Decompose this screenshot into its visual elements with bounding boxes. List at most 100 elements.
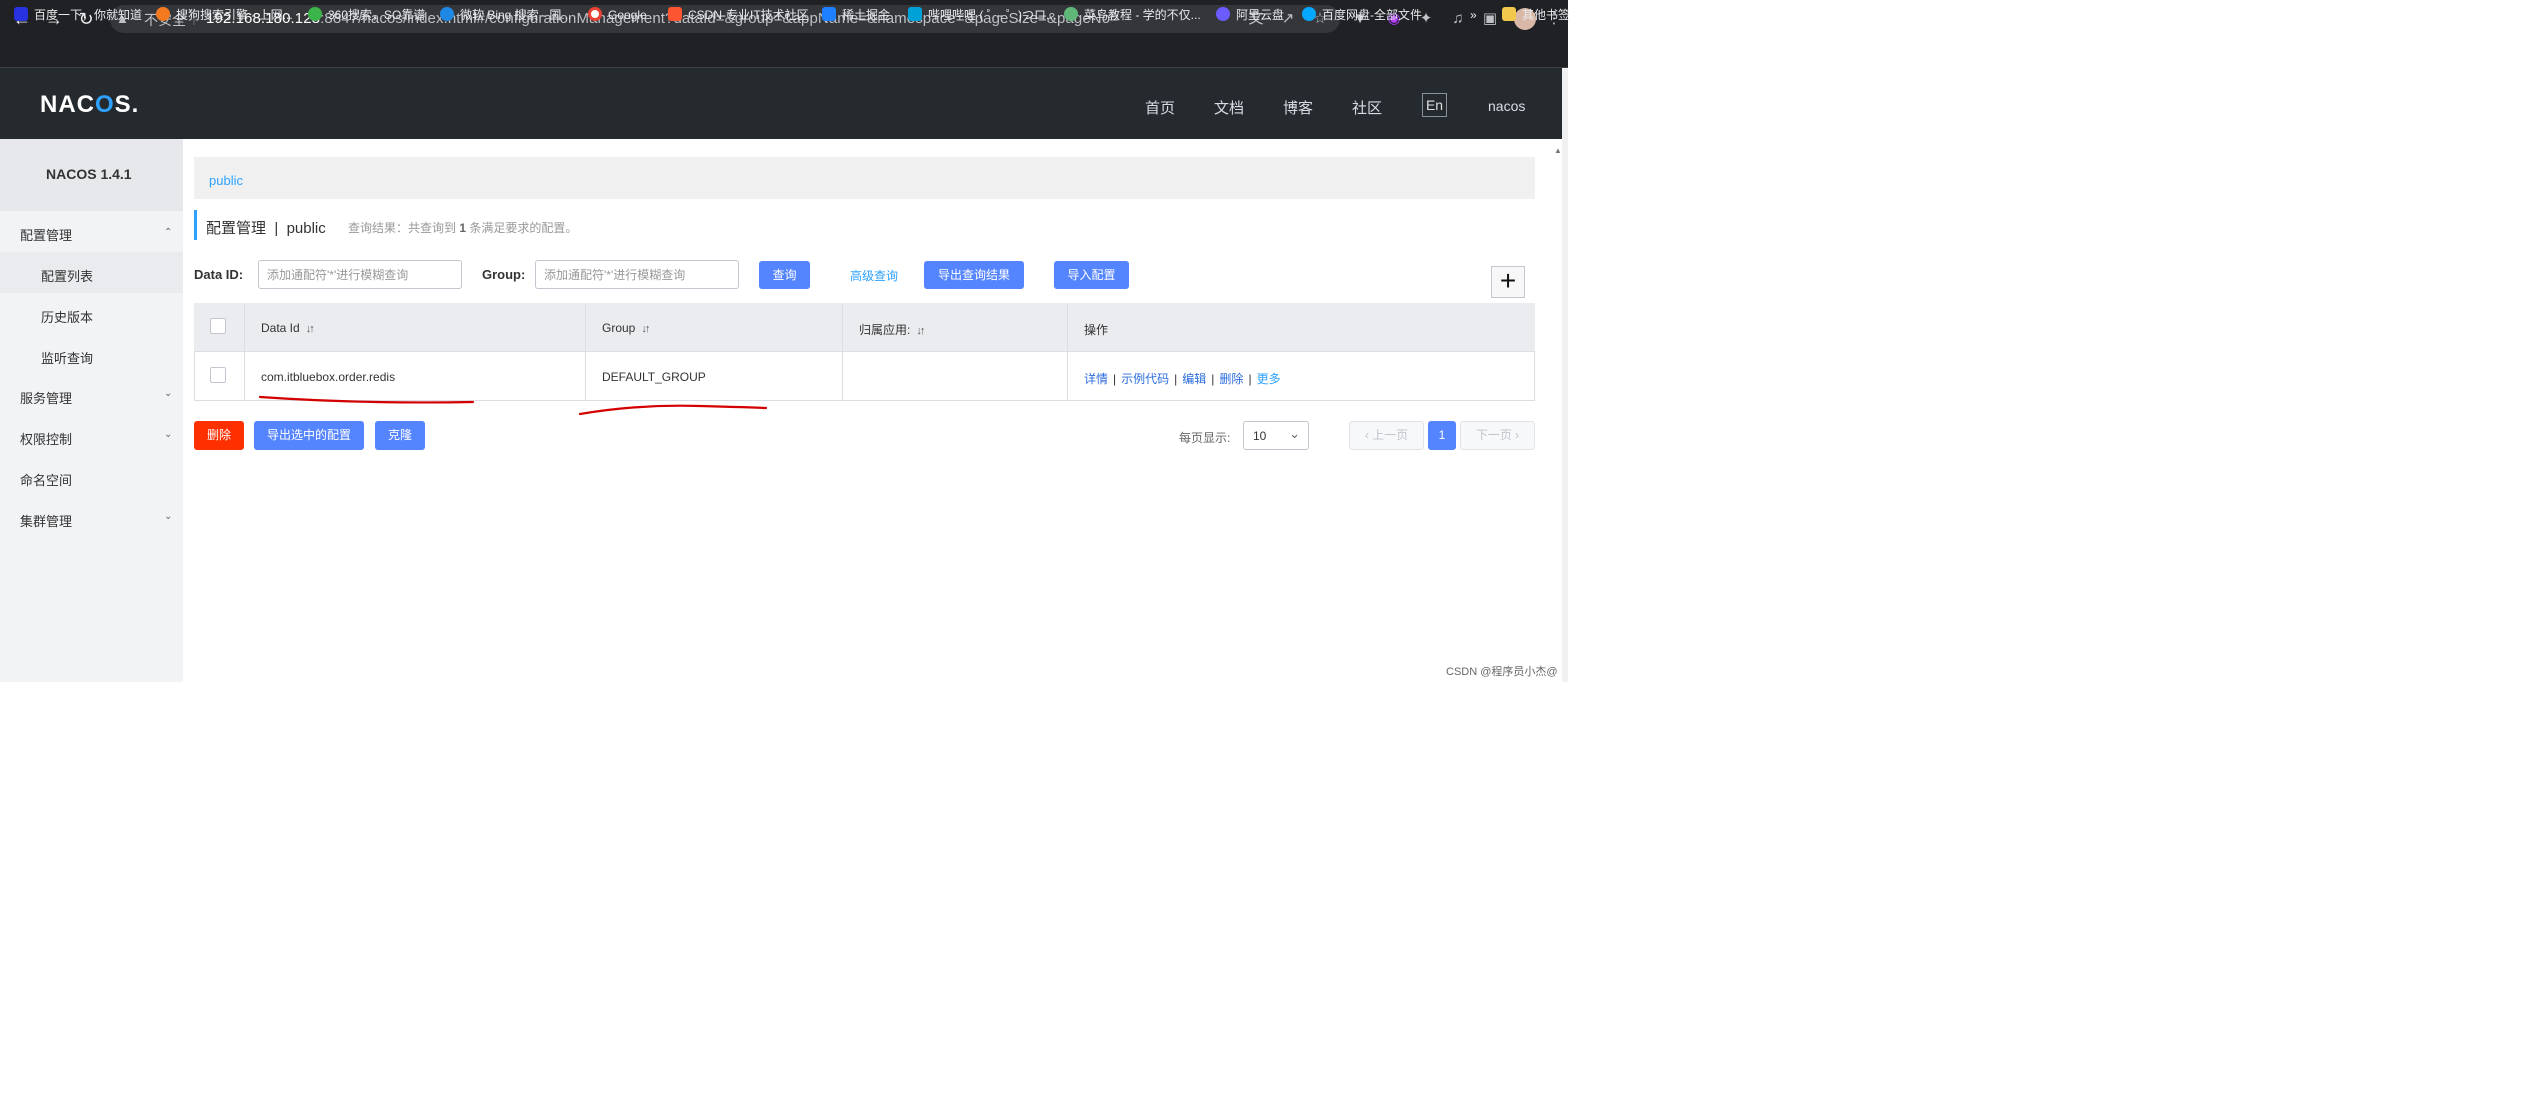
bookmark-item[interactable]: 阿里云盘 xyxy=(1216,6,1284,24)
page-title: 配置管理 | public xyxy=(206,220,326,237)
query-button[interactable]: 查询 xyxy=(759,261,810,289)
prev-page-button[interactable]: ‹ 上一页 xyxy=(1349,421,1424,450)
bookmark-label: 哔哩哔哩 ( ゜- ゜)つロ... xyxy=(928,8,1056,22)
csdn-icon xyxy=(668,7,682,21)
sample-code-link[interactable]: 示例代码 xyxy=(1121,372,1169,386)
scroll-up-icon[interactable]: ▲ xyxy=(1554,146,1562,155)
col-header-group[interactable]: Group ↓↑ xyxy=(602,321,650,335)
edit-link[interactable]: 编辑 xyxy=(1182,372,1206,386)
more-link[interactable]: 更多 xyxy=(1257,372,1281,386)
query-result-summary: 查询结果：共查询到 1 条满足要求的配置。 xyxy=(348,219,577,236)
cell-dataid: com.itbluebox.order.redis xyxy=(261,370,396,384)
chevron-down-icon[interactable]: ⌄ xyxy=(164,511,172,522)
other-bookmarks[interactable]: 其他书签 xyxy=(1502,6,1570,24)
chevron-down-icon[interactable]: ⌄ xyxy=(164,388,172,399)
namespace-link-public[interactable]: public xyxy=(209,173,243,188)
sidebar-item-cluster-management[interactable]: 集群管理 xyxy=(20,511,72,530)
group-input[interactable] xyxy=(535,260,739,289)
col-header-app[interactable]: 归属应用: ↓↑ xyxy=(859,321,925,338)
sidebar-item-config-management[interactable]: 配置管理 xyxy=(20,225,72,244)
sogou-icon xyxy=(156,7,170,21)
sidebar-item-service-management[interactable]: 服务管理 xyxy=(20,388,72,407)
bookmarks-overflow[interactable]: » xyxy=(1470,6,1477,24)
sort-icon[interactable]: ↓↑ xyxy=(641,323,650,335)
col-header-dataid[interactable]: Data Id ↓↑ xyxy=(261,321,315,335)
scrollbar[interactable]: ▲ xyxy=(1554,68,1568,682)
user-name[interactable]: nacos xyxy=(1488,98,1525,114)
nav-docs[interactable]: 文档 xyxy=(1214,97,1244,118)
header-label: 归属应用: xyxy=(859,323,911,337)
divider xyxy=(1067,303,1068,401)
bookmark-item[interactable]: 360搜索，SO靠谱 xyxy=(308,6,425,24)
bookmark-item[interactable]: 搜狗搜索引擎 - 上网... xyxy=(156,6,293,24)
nacos-logo[interactable]: NACOS. xyxy=(40,91,139,119)
title-accent xyxy=(194,210,197,240)
batch-delete-button[interactable]: 删除 xyxy=(194,421,244,450)
import-config-button[interactable]: 导入配置 xyxy=(1054,261,1129,289)
col-header-ops: 操作 xyxy=(1084,323,1109,337)
nav-blog[interactable]: 博客 xyxy=(1283,97,1313,118)
chevron-down-icon[interactable]: ⌄ xyxy=(164,429,172,440)
export-query-button[interactable]: 导出查询结果 xyxy=(924,261,1024,289)
bookmark-label: 百度网盘-全部文件 xyxy=(1322,8,1422,22)
aliyun-drive-icon xyxy=(1216,7,1230,21)
language-toggle[interactable]: En xyxy=(1422,93,1447,117)
group-label: Group: xyxy=(482,267,526,282)
bookmark-item[interactable]: 哔哩哔哩 ( ゜- ゜)つロ... xyxy=(908,6,1056,24)
separator: | xyxy=(1248,372,1252,386)
sort-icon[interactable]: ↓↑ xyxy=(916,325,925,337)
next-label: 下一页 xyxy=(1475,428,1512,442)
dataid-input[interactable] xyxy=(258,260,462,289)
clone-button[interactable]: 克隆 xyxy=(375,421,425,450)
row-checkbox[interactable] xyxy=(210,367,226,383)
separator: | xyxy=(1211,372,1215,386)
sidebar-item-auth-control[interactable]: 权限控制 xyxy=(20,429,72,448)
bookmark-label: 阿里云盘 xyxy=(1236,8,1285,22)
nav-community[interactable]: 社区 xyxy=(1352,97,1382,118)
sidepanel-icon[interactable]: ▣ xyxy=(1480,9,1500,29)
watermark: CSDN @程序员小杰@ xyxy=(1446,666,1558,678)
advanced-query-link[interactable]: 高级查询 xyxy=(850,267,898,284)
bookmark-item[interactable]: CSDN-专业IT技术社区 xyxy=(668,6,809,24)
sidebar-item-namespace[interactable]: 命名空间 xyxy=(20,470,72,489)
sort-icon[interactable]: ↓↑ xyxy=(306,323,315,335)
export-selected-button[interactable]: 导出选中的配置 xyxy=(254,421,364,450)
detail-link[interactable]: 详情 xyxy=(1084,372,1108,386)
divider xyxy=(244,303,245,401)
page-button-current[interactable]: 1 xyxy=(1428,421,1456,450)
prev-label: 上一页 xyxy=(1372,428,1409,442)
separator: | xyxy=(1174,372,1178,386)
divider xyxy=(585,303,586,401)
bookmark-item[interactable]: 菜鸟教程 - 学的不仅... xyxy=(1064,6,1201,24)
sidebar-item-listen-query[interactable]: 监听查询 xyxy=(41,348,93,367)
add-config-button[interactable]: + xyxy=(1491,266,1525,298)
bookmark-label: Google xyxy=(608,8,647,22)
page-size-select[interactable]: 10 ⌄ xyxy=(1243,421,1309,450)
bookmark-item[interactable]: Google xyxy=(588,6,647,24)
bookmarks-bar xyxy=(0,38,1568,68)
360-icon xyxy=(308,7,322,21)
dataid-label: Data ID: xyxy=(194,267,244,282)
bookmark-item[interactable]: 百度网盘-全部文件 xyxy=(1302,6,1422,24)
sidebar-item-config-list[interactable]: 配置列表 xyxy=(41,266,93,285)
cell-group: DEFAULT_GROUP xyxy=(602,370,706,384)
bookmark-item[interactable]: 微软 Bing 搜索 - 国... xyxy=(440,6,571,24)
bookmark-item[interactable]: 稀土掘金 xyxy=(822,6,890,24)
logo-text: S. xyxy=(114,91,140,118)
juejin-icon xyxy=(822,7,836,21)
select-all-checkbox[interactable] xyxy=(210,318,226,334)
page-size-label: 每页显示: xyxy=(1179,431,1231,445)
media-icon[interactable]: ♫ xyxy=(1448,9,1468,29)
divider xyxy=(842,303,843,401)
nav-home[interactable]: 首页 xyxy=(1145,97,1175,118)
chevron-up-icon[interactable]: ⌃ xyxy=(164,227,172,238)
sidebar-item-history[interactable]: 历史版本 xyxy=(41,307,93,326)
annotation-underline-group xyxy=(578,404,768,416)
next-page-button[interactable]: 下一页 › xyxy=(1460,421,1535,450)
delete-link[interactable]: 删除 xyxy=(1219,372,1243,386)
header-label: Data Id xyxy=(261,321,300,335)
bookmark-item[interactable]: 百度一下，你就知道 xyxy=(14,6,142,24)
sidebar-brand: NACOS 1.4.1 xyxy=(46,166,132,182)
baidu-pan-icon xyxy=(1302,7,1316,21)
chevron-right-icon: › xyxy=(1511,428,1520,442)
